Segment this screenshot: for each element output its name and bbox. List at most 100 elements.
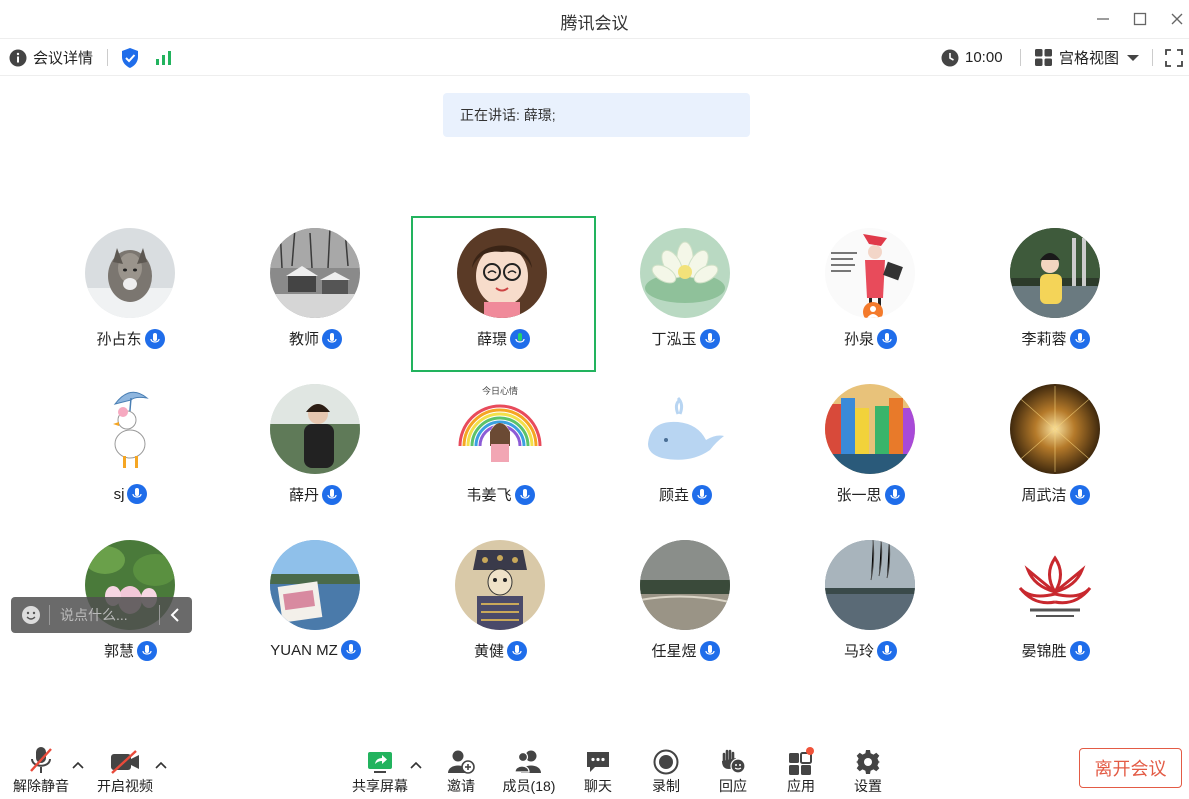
active-speaker-text: 正在讲话: 薛璟; <box>460 107 556 123</box>
mic-icon <box>514 484 535 505</box>
emoji-icon[interactable] <box>21 605 41 625</box>
meeting-details-button[interactable]: 会议详情 <box>9 39 93 76</box>
participant-name: 韦姜飞 <box>466 487 512 504</box>
participant-name: 任星煜 <box>651 643 697 660</box>
mic-icon <box>340 640 361 660</box>
title-bar: 腾讯会议 <box>0 0 1189 38</box>
active-speaker-banner: 正在讲话: 薛璟; <box>443 93 750 137</box>
participant-name: 马玲 <box>843 643 874 660</box>
avatar <box>825 540 915 630</box>
unmute-button[interactable]: 解除静音 <box>6 735 76 796</box>
chat-quick-input[interactable]: 说点什么... <box>11 597 192 633</box>
leave-meeting-button[interactable]: 离开会议 <box>1079 748 1182 788</box>
settings-button[interactable]: 设置 <box>833 735 903 796</box>
gear-icon <box>856 750 880 774</box>
participant-name: 孙泉 <box>843 331 874 348</box>
participant-tile[interactable]: 教师 <box>223 220 408 376</box>
participant-tile[interactable]: 顾垚 <box>593 376 778 532</box>
avatar <box>85 228 175 318</box>
participant-name: 薛丹 <box>288 487 319 504</box>
maximize-icon <box>1133 12 1147 26</box>
avatar <box>270 228 360 318</box>
apps-label: 应用 <box>787 778 815 794</box>
react-button[interactable]: 回应 <box>698 735 768 796</box>
members-label: 成员(18) <box>502 778 556 794</box>
mic-icon <box>322 484 342 505</box>
avatar <box>455 540 545 630</box>
participant-tile[interactable]: 今日心情 韦姜飞 <box>408 376 593 532</box>
mic-icon <box>1069 484 1090 505</box>
participant-tile[interactable]: 李莉蓉 <box>963 220 1148 376</box>
meeting-timer: 10:00 <box>941 39 1003 76</box>
chat-label: 聊天 <box>584 778 612 794</box>
participant-tile-active[interactable]: 薛璟 <box>411 216 596 372</box>
share-options-chevron-icon[interactable] <box>410 761 422 769</box>
grid-view-icon <box>1035 49 1052 66</box>
chat-placeholder[interactable]: 说点什么... <box>60 605 155 625</box>
mic-icon <box>877 640 897 661</box>
window-title: 腾讯会议 <box>560 14 629 33</box>
mic-icon <box>322 328 342 349</box>
add-person-icon <box>448 750 475 774</box>
participant-tile[interactable]: sj <box>38 376 223 532</box>
participant-name: 顾垚 <box>658 487 689 504</box>
participant-tile[interactable]: 孙占东 <box>38 220 223 376</box>
chat-button[interactable]: 聊天 <box>563 735 633 796</box>
participant-tile[interactable]: 任星煜 <box>593 532 778 688</box>
mic-icon <box>507 640 527 661</box>
participant-name: 教师 <box>288 331 319 348</box>
participant-tile[interactable]: 黄健 <box>408 532 593 688</box>
unmute-label: 解除静音 <box>13 778 69 794</box>
settings-label: 设置 <box>854 778 882 794</box>
participant-name: 张一思 <box>836 487 882 504</box>
shield-check-icon <box>122 47 138 68</box>
audio-options-chevron-icon[interactable] <box>72 761 84 769</box>
meeting-details-label: 会议详情 <box>33 50 94 67</box>
avatar <box>270 540 360 630</box>
apps-icon <box>789 747 814 775</box>
video-options-chevron-icon[interactable] <box>155 761 167 769</box>
mic-icon <box>127 484 148 504</box>
avatar <box>640 540 730 630</box>
mic-icon <box>137 640 157 661</box>
minimize-button[interactable] <box>1090 6 1116 32</box>
avatar: 今日心情 <box>455 384 545 474</box>
mic-icon <box>1069 640 1090 661</box>
share-screen-icon <box>368 752 392 773</box>
participant-tile[interactable]: 晏锦胜 <box>963 532 1148 688</box>
meeting-time: 10:00 <box>965 49 1003 66</box>
avatar <box>1010 228 1100 318</box>
participant-name: 丁泓玉 <box>651 331 697 348</box>
security-button[interactable] <box>120 39 140 76</box>
members-button[interactable]: 成员(18) <box>494 735 564 796</box>
participant-tile[interactable]: 丁泓玉 <box>593 220 778 376</box>
avatar <box>825 228 915 318</box>
mic-icon <box>144 328 165 349</box>
participant-tile[interactable]: 周武洁 <box>963 376 1148 532</box>
record-button[interactable]: 录制 <box>631 735 701 796</box>
apps-button[interactable]: 应用 <box>766 735 836 796</box>
participant-tile[interactable]: YUAN MZ <box>223 532 408 688</box>
avatar <box>640 228 730 318</box>
network-signal-indicator[interactable] <box>155 39 173 76</box>
meeting-info-bar: 会议详情 10:00 宫格视图 <box>0 38 1189 76</box>
close-button[interactable] <box>1164 6 1189 32</box>
chevron-left-icon[interactable] <box>169 608 181 622</box>
invite-button[interactable]: 邀请 <box>426 735 496 796</box>
participant-tile[interactable]: 薛丹 <box>223 376 408 532</box>
participant-tile[interactable]: 孙泉 <box>778 220 963 376</box>
avatar <box>85 384 175 474</box>
start-video-button[interactable]: 开启视频 <box>90 735 160 796</box>
avatar <box>640 384 730 474</box>
participant-tile[interactable]: 张一思 <box>778 376 963 532</box>
participant-name: 郭慧 <box>103 643 134 660</box>
view-mode-dropdown[interactable]: 宫格视图 <box>1035 39 1140 76</box>
participant-tile[interactable]: 马玲 <box>778 532 963 688</box>
record-label: 录制 <box>652 778 680 794</box>
fullscreen-icon <box>1165 48 1183 67</box>
mic-icon <box>877 328 897 349</box>
fullscreen-button[interactable] <box>1165 39 1183 76</box>
share-screen-button[interactable]: 共享屏幕 <box>345 735 415 796</box>
maximize-button[interactable] <box>1127 6 1153 32</box>
leave-meeting-label: 离开会议 <box>1094 759 1167 779</box>
